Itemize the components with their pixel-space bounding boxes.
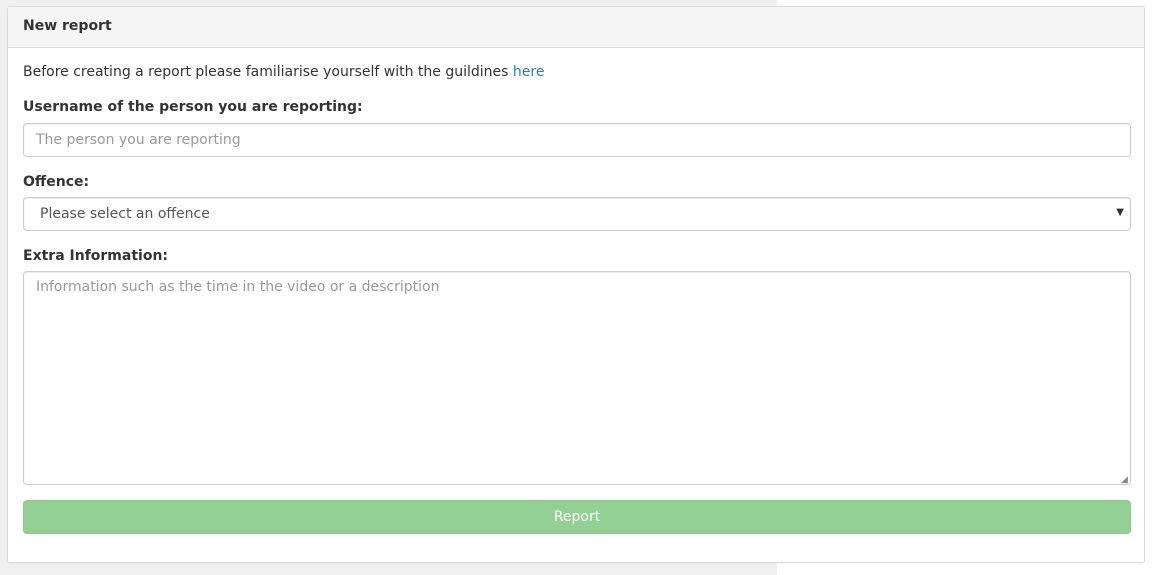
extra-information-textarea[interactable] [23,271,1131,485]
intro-text: Before creating a report please familiar… [23,64,544,80]
offence-selected-value: Please select an offence [40,206,210,222]
username-label: Username of the person you are reporting… [23,99,363,115]
chevron-down-icon: ▼ [1116,207,1124,218]
new-report-panel: New report Before creating a report plea… [7,6,1145,563]
username-input[interactable] [23,123,1131,157]
extra-information-label: Extra Information: [23,248,169,264]
intro-sentence: Before creating a report please familiar… [23,64,513,80]
guidelines-link[interactable]: here [513,64,545,80]
offence-label: Offence: [23,174,90,190]
panel-title: New report [8,7,1144,48]
resize-icon[interactable]: ◢ [1121,476,1129,485]
offence-select[interactable]: Please select an offence ▼ [23,197,1131,231]
report-button[interactable]: Report [23,500,1131,534]
